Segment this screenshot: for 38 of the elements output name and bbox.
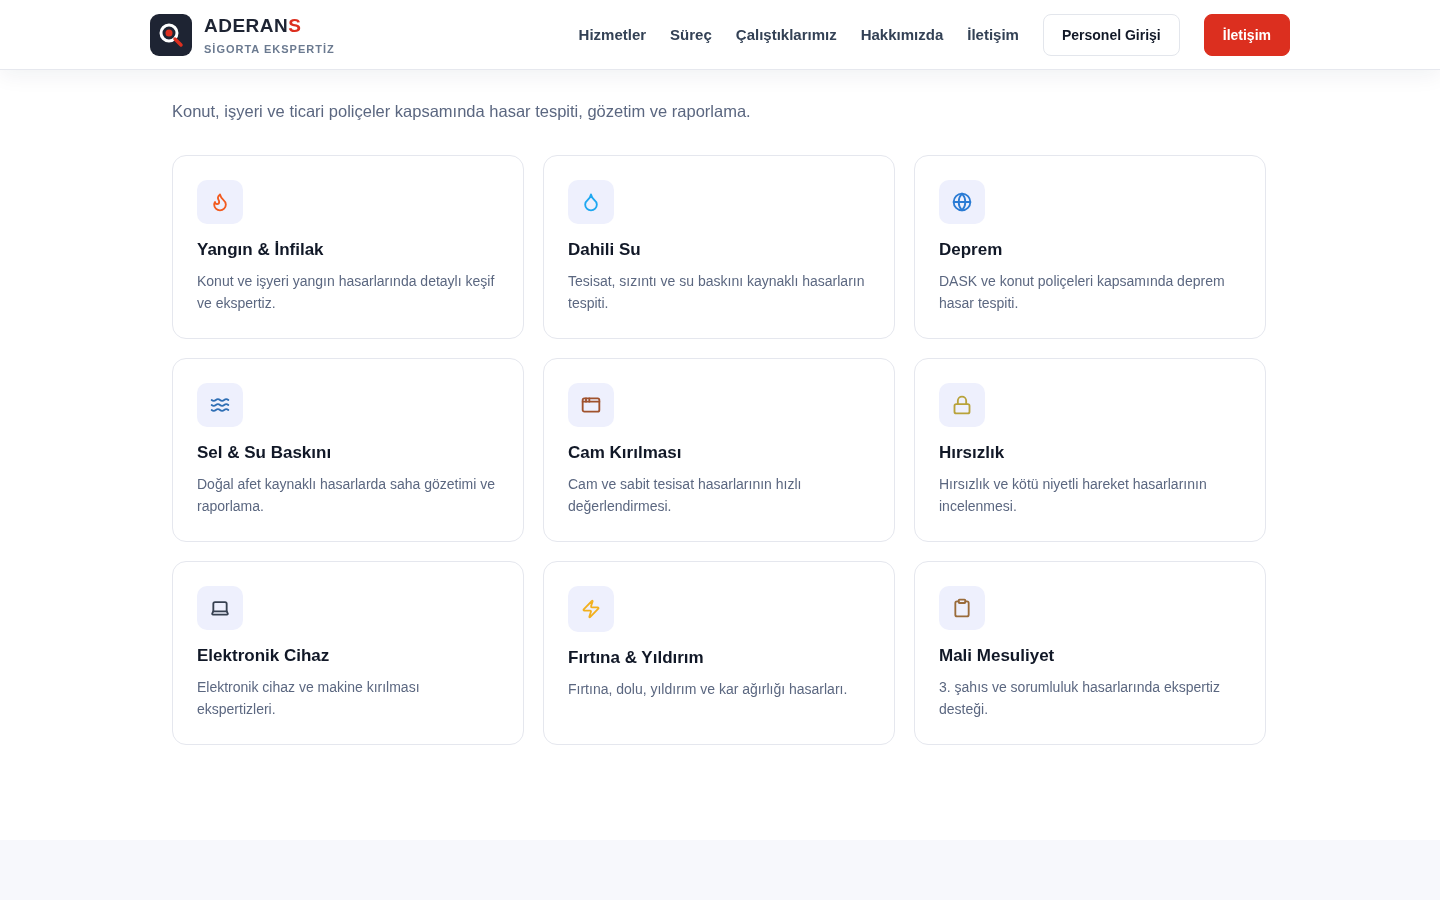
card-text: Tesisat, sızıntı ve su baskını kaynaklı hasarların tespiti. bbox=[568, 272, 866, 313]
brand-tagline: SİGORTA EKSPERTİZ bbox=[204, 42, 335, 55]
card-title: Fırtına & Yıldırım bbox=[568, 648, 705, 668]
card-title: Dahili Su bbox=[568, 240, 642, 260]
nav-link[interactable]: Hizmetler bbox=[578, 26, 647, 43]
clipboard-icon bbox=[952, 598, 972, 618]
card-text: Konut ve işyeri yangın hasarlarında detaylı keşif ve ekspertiz. bbox=[197, 272, 496, 313]
globe-icon bbox=[952, 192, 972, 212]
card-title: Sel & Su Baskını bbox=[197, 443, 333, 463]
card-title: Hırsızlık bbox=[939, 443, 1006, 463]
card-title: Deprem bbox=[939, 240, 1004, 260]
waves-icon bbox=[210, 395, 230, 415]
brand-name: ADERANS bbox=[204, 14, 303, 37]
staff-login-button[interactable]: Personel Girişi bbox=[1042, 13, 1180, 56]
window-icon bbox=[581, 395, 601, 415]
card-text: Hırsızlık ve kötü niyetli hareket hasarlarının incelenmesi. bbox=[939, 475, 1208, 516]
nav-link[interactable]: Hakkımızda bbox=[860, 26, 944, 43]
magnifier-logo-icon bbox=[150, 13, 192, 56]
laptop-icon bbox=[210, 598, 230, 618]
card-title: Elektronik Cihaz bbox=[197, 646, 331, 666]
flame-icon bbox=[210, 192, 230, 212]
card-text: Cam ve sabit tesisat hasarlarının hızlı değerlendirmesi. bbox=[568, 475, 803, 516]
lightning-icon bbox=[581, 599, 601, 619]
section-subtitle: Konut, işyeri ve ticari poliçeler kapsamında hasar tespiti, gözetim ve raporlama. bbox=[172, 102, 752, 121]
nav-link[interactable]: Süreç bbox=[670, 26, 712, 43]
card-title: Yangın & İnfilak bbox=[197, 240, 325, 260]
nav-link[interactable]: Çalıştıklarımız bbox=[735, 26, 837, 43]
contact-button[interactable]: İletişim bbox=[1203, 13, 1290, 56]
card-text: 3. şahıs ve sorumluluk hasarlarında ekspertiz desteği. bbox=[939, 678, 1221, 719]
droplet-icon bbox=[581, 192, 601, 212]
lock-icon bbox=[952, 395, 972, 415]
card-title: Mali Mesuliyet bbox=[939, 646, 1056, 666]
card-text: Fırtına, dolu, yıldırım ve kar ağırlığı hasarları. bbox=[568, 680, 849, 699]
card-text: Elektronik cihaz ve makine kırılması ekspertizleri. bbox=[197, 678, 421, 719]
card-title: Cam Kırılması bbox=[568, 443, 683, 463]
card-text: Doğal afet kaynaklı hasarlarda saha gözetimi ve raporlama. bbox=[197, 475, 497, 516]
card-text: DASK ve konut poliçeleri kapsamında deprem hasar tespiti. bbox=[939, 272, 1226, 313]
nav-link[interactable]: İletişim bbox=[967, 26, 1019, 43]
